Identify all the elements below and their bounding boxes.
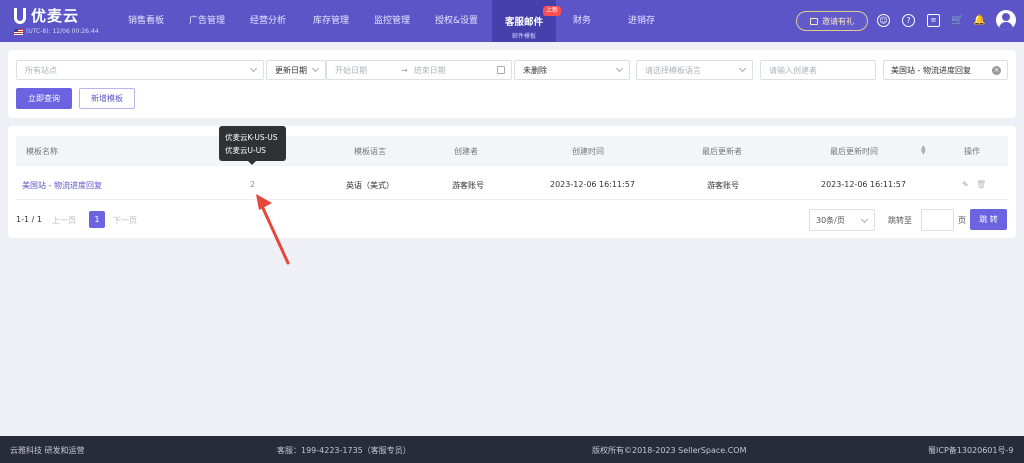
query-button[interactable]: 立即查询 [16,88,72,109]
avatar[interactable] [996,10,1016,30]
cart-icon[interactable]: 🛒 [951,14,964,27]
status-value: 未删除 [523,65,547,75]
date-type-value: 更新日期 [275,65,307,75]
col-template-language: 模板语言 [354,147,386,156]
template-name-link[interactable]: 美国站 - 物流进度回复 [22,180,102,191]
store-tooltip: 优麦云K-US-US 优麦云U-US [219,126,286,165]
chevron-down-icon [249,64,258,73]
nav-auth-settings[interactable]: 授权&设置 [435,0,478,42]
page-unit: 页 [958,216,966,225]
delete-icon[interactable]: 🗑 [976,180,986,189]
creator-placeholder: 请输入创建者 [769,65,817,75]
footer-company: 云雅科技 研发和运营 [10,446,85,455]
timezone-text: (UTC-8): 12/06 00:26:44 [26,28,99,35]
store-count[interactable]: 2 [250,180,255,189]
annotation-arrow-icon [256,194,290,265]
col-actions: 操作 [964,147,980,156]
gift-icon [810,17,818,25]
us-flag-icon [14,28,23,35]
nav-finance[interactable]: 财务 [573,0,591,42]
jump-button[interactable]: 跳 转 [970,209,1007,230]
page-1-button[interactable]: 1 [89,211,105,228]
chevron-down-icon [311,64,320,73]
footer: 云雅科技 研发和运营 客服：199-4223-1735（客服专员） 版权所有©2… [0,436,1024,463]
start-date-placeholder: 开始日期 [335,65,367,75]
col-last-updated-time: 最后更新时间 [830,147,878,156]
nav-active-label: 客服邮件 [504,17,543,28]
nav-monitoring[interactable]: 监控管理 [374,0,410,42]
clear-icon[interactable]: × [992,66,1001,75]
nav-stock[interactable]: 进销存 [628,0,655,42]
invite-label: 邀请有礼 [822,16,854,26]
language-placeholder: 请选择模板语言 [645,65,701,75]
timezone-display: (UTC-8): 12/06 00:26:44 [14,28,99,35]
nav-inventory[interactable]: 库存管理 [313,0,349,42]
last-updated-time: 2023-12-06 16:11:57 [821,180,906,189]
nav-sales-dashboard[interactable]: 销售看板 [128,0,164,42]
col-template-name: 模板名称 [26,147,58,156]
page-size-value: 30条/页 [816,215,845,225]
creator-input[interactable]: 请输入创建者 [760,60,876,80]
footer-service: 客服：199-4223-1735（客服专员） [277,446,411,455]
chevron-down-icon [738,64,747,73]
date-type-select[interactable]: 更新日期 [266,60,326,80]
logo-icon [14,7,26,24]
invite-button[interactable]: 邀请有礼 [796,11,868,31]
table-header: 模板名称 模板语言 创建者 创建时间 最后更新者 最后更新时间 ▲ ▼ 操作 [16,136,1008,166]
last-updater: 游客账号 [707,181,739,190]
sort-icon[interactable]: ▲ ▼ [921,145,926,156]
tooltip-line-1: 优麦云K-US-US [225,133,278,142]
nav-analytics[interactable]: 经营分析 [250,0,286,42]
message-icon[interactable]: ≡ [927,14,940,27]
template-name-input[interactable]: 美国站 - 物流进度回复 × [883,60,1008,80]
prev-page-button[interactable]: 上一页 [52,215,76,226]
table-row: 美国站 - 物流进度回复 2 英语（美式） 游客账号 2023-12-06 16… [16,166,1008,200]
add-template-button[interactable]: 新增模板 [79,88,135,109]
created-time: 2023-12-06 16:11:57 [550,180,635,189]
chevron-down-icon [860,215,869,224]
site-select[interactable]: 所有站点 [16,60,264,80]
tooltip-line-2: 优麦云U-US [225,146,266,155]
help-icon[interactable]: ? [902,14,915,27]
end-date-placeholder: 结束日期 [413,65,446,75]
col-created-time: 创建时间 [572,147,604,156]
footer-copyright: 版权所有©2018-2023 SellerSpace.COM [592,446,747,455]
edit-icon[interactable]: ✎ [962,180,969,189]
top-nav-bar: 优麦云 (UTC-8): 12/06 00:26:44 销售看板 广告管理 经营… [0,0,1024,42]
creator: 游客账号 [452,181,484,190]
jump-page-input[interactable] [921,209,954,231]
next-page-button[interactable]: 下一页 [113,215,137,226]
footer-icp[interactable]: 蜀ICP备13020601号-9 [928,445,1013,456]
language-select[interactable]: 请选择模板语言 [636,60,753,80]
date-range-picker[interactable]: 开始日期 → 结束日期 [326,60,512,80]
template-name-value: 美国站 - 物流进度回复 [891,65,971,75]
filter-panel: 所有站点 更新日期 开始日期 → 结束日期 未删除 请选择模板语言 请输入创建者… [8,50,1016,118]
range-arrow: → [401,65,408,75]
calendar-icon [497,66,505,74]
logo[interactable]: 优麦云 [14,5,79,26]
template-language: 英语（美式） [346,181,394,190]
nav-active-sub: 邮件模板 [511,33,536,40]
page-range: 1-1 / 1 [16,215,42,224]
status-select[interactable]: 未删除 [514,60,630,80]
chevron-down-icon [615,64,624,73]
support-icon[interactable]: ☺ [877,14,890,27]
nav-ads[interactable]: 广告管理 [189,0,225,42]
col-creator: 创建者 [454,147,478,156]
col-last-updater: 最后更新者 [702,147,742,156]
brand-name: 优麦云 [31,7,80,25]
site-select-placeholder: 所有站点 [25,65,57,75]
new-badge: 上新 [543,6,562,16]
page-size-select[interactable]: 30条/页 [809,209,875,231]
bell-icon[interactable]: 🔔 [973,14,986,27]
jump-label: 跳转至 [888,216,912,225]
